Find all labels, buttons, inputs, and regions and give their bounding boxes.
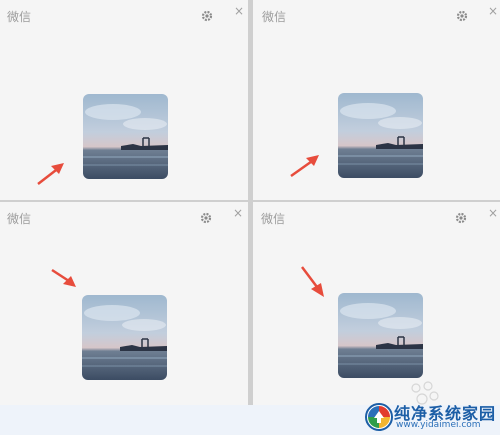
seascape-avatar[interactable] (82, 295, 167, 380)
watermark-url: www.yidaimei.com (396, 420, 481, 430)
gear-icon[interactable] (456, 7, 468, 22)
close-icon[interactable]: × (233, 207, 243, 219)
panel-title: 微信 (262, 10, 287, 24)
panel-title: 微信 (7, 10, 32, 24)
panel-title: 微信 (7, 212, 32, 226)
wechat-panel-2: 微信 × (253, 0, 500, 200)
seascape-avatar[interactable] (338, 93, 423, 178)
red-arrow-icon (301, 266, 324, 297)
wechat-panel-4: 微信 × (253, 202, 500, 405)
red-arrow-icon (290, 155, 319, 178)
wechat-panel-3: 微信 × (0, 202, 248, 405)
seascape-avatar[interactable] (338, 293, 423, 378)
gear-icon[interactable] (200, 209, 212, 224)
close-icon[interactable]: × (488, 5, 498, 17)
red-arrow-icon (51, 268, 76, 287)
close-icon[interactable]: × (488, 207, 498, 219)
watermark: 纯净系统家园 www.yidaimei.com (358, 398, 500, 435)
site-logo-icon (365, 403, 393, 431)
red-arrow-icon (37, 163, 64, 185)
gear-icon[interactable] (201, 7, 213, 22)
panel-title: 微信 (261, 212, 286, 226)
gear-icon[interactable] (455, 209, 467, 224)
seascape-avatar[interactable] (83, 94, 168, 179)
close-icon[interactable]: × (234, 5, 244, 17)
screenshot-grid: 微信 × 微信 × 微信 × 微信 × (0, 0, 500, 405)
wechat-panel-1: 微信 × (0, 0, 248, 200)
